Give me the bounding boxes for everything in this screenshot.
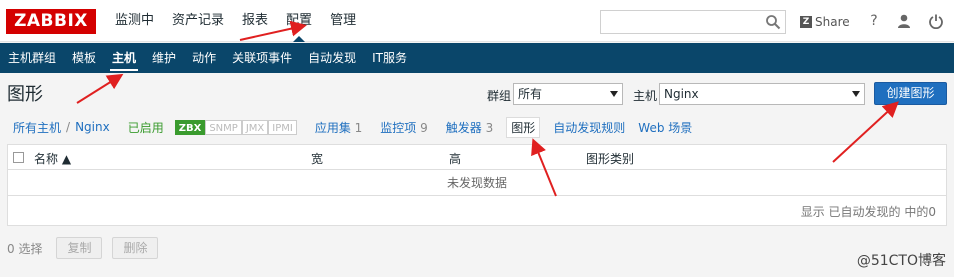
selected-count: 0 选择 (7, 241, 43, 256)
tab-discovery-rules[interactable]: 自动发现规则 (553, 119, 625, 136)
host-link[interactable]: Nginx (75, 120, 110, 134)
host-status[interactable]: 已启用 (128, 119, 164, 136)
group-filter-label: 群组 (487, 89, 512, 103)
share-label: Share (815, 15, 850, 29)
submenu-it-services[interactable]: IT服务 (364, 43, 415, 73)
page-title: 图形 (7, 84, 43, 105)
submenu-discovery[interactable]: 自动发现 (300, 43, 364, 73)
sub-menu: 主机群组 模板 主机 维护 动作 关联项事件 自动发现 IT服务 (0, 43, 954, 73)
menu-monitoring[interactable]: 监测中 (106, 0, 163, 42)
graphs-table: 名称 ▲ 宽 高 图形类别 未发现数据 显示 已自动发现的 中的0 (7, 144, 947, 226)
group-select[interactable]: 所有 (513, 83, 623, 105)
all-hosts-link[interactable]: 所有主机 (13, 119, 61, 136)
host-breadcrumb: 所有主机 / Nginx 已启用 ZBX SNMP JMX IPMI 应用集 1… (13, 116, 692, 138)
delete-button[interactable]: 删除 (112, 237, 159, 259)
table-footer-info: 显示 已自动发现的 中的0 (800, 205, 936, 219)
watermark: @51CTO博客 (856, 253, 946, 269)
availability-badges: ZBX SNMP JMX IPMI (174, 119, 297, 135)
tab-triggers[interactable]: 触发器 3 (446, 119, 493, 136)
menu-inventory[interactable]: 资产记录 (163, 0, 233, 42)
search-input[interactable] (600, 10, 786, 34)
column-width: 宽 (311, 152, 324, 166)
column-height: 高 (449, 152, 462, 166)
copy-button[interactable]: 复制 (56, 237, 103, 259)
chevron-down-icon (610, 91, 618, 97)
top-header: ZABBIX 监测中 资产记录 报表 配置 管理 Z Share ? (0, 0, 954, 42)
column-name[interactable]: 名称 ▲ (34, 150, 71, 167)
table-header: 名称 ▲ 宽 高 图形类别 (8, 145, 946, 170)
submenu-host-groups[interactable]: 主机群组 (0, 43, 64, 73)
group-select-value: 所有 (518, 87, 543, 101)
mass-actions: 0 选择 复制 删除 (7, 237, 159, 259)
chevron-down-icon (852, 91, 860, 97)
jmx-badge: JMX (241, 119, 269, 135)
share-link[interactable]: Z Share (800, 13, 850, 31)
tab-items[interactable]: 监控项 9 (380, 119, 427, 136)
help-icon[interactable]: ? (866, 13, 882, 29)
ipmi-badge: IPMI (268, 119, 297, 135)
tab-applications[interactable]: 应用集 1 (315, 119, 362, 136)
tab-graphs[interactable]: 图形 (506, 116, 541, 138)
snmp-badge: SNMP (205, 119, 242, 135)
sign-out-icon[interactable] (928, 13, 944, 29)
main-menu: 监测中 资产记录 报表 配置 管理 (106, 0, 365, 42)
zabbix-logo[interactable]: ZABBIX (6, 9, 96, 34)
annotation-arrow-hosts (76, 73, 124, 104)
select-all-checkbox[interactable] (13, 152, 24, 163)
submenu-templates[interactable]: 模板 (64, 43, 104, 73)
column-graph-type: 图形类别 (586, 152, 635, 166)
no-data-message: 未发现数据 (8, 171, 946, 196)
menu-reports[interactable]: 报表 (233, 0, 277, 42)
create-graph-button[interactable]: 创建图形 (874, 82, 947, 105)
submenu-actions[interactable]: 动作 (184, 43, 224, 73)
search-icon[interactable] (765, 14, 781, 30)
menu-configuration[interactable]: 配置 (277, 0, 321, 42)
host-filter-label: 主机 (633, 89, 658, 103)
breadcrumb-separator: / (66, 120, 71, 134)
share-icon: Z (800, 16, 812, 28)
submenu-maintenance[interactable]: 维护 (144, 43, 184, 73)
host-select-value: Nginx (664, 87, 699, 101)
host-select[interactable]: Nginx (659, 83, 865, 105)
menu-administration[interactable]: 管理 (321, 0, 365, 42)
user-profile-icon[interactable] (896, 13, 912, 29)
submenu-event-correlation[interactable]: 关联项事件 (224, 43, 300, 73)
zbx-badge: ZBX (174, 119, 206, 135)
tab-web-scenarios[interactable]: Web 场景 (638, 119, 692, 136)
submenu-hosts[interactable]: 主机 (104, 43, 144, 73)
